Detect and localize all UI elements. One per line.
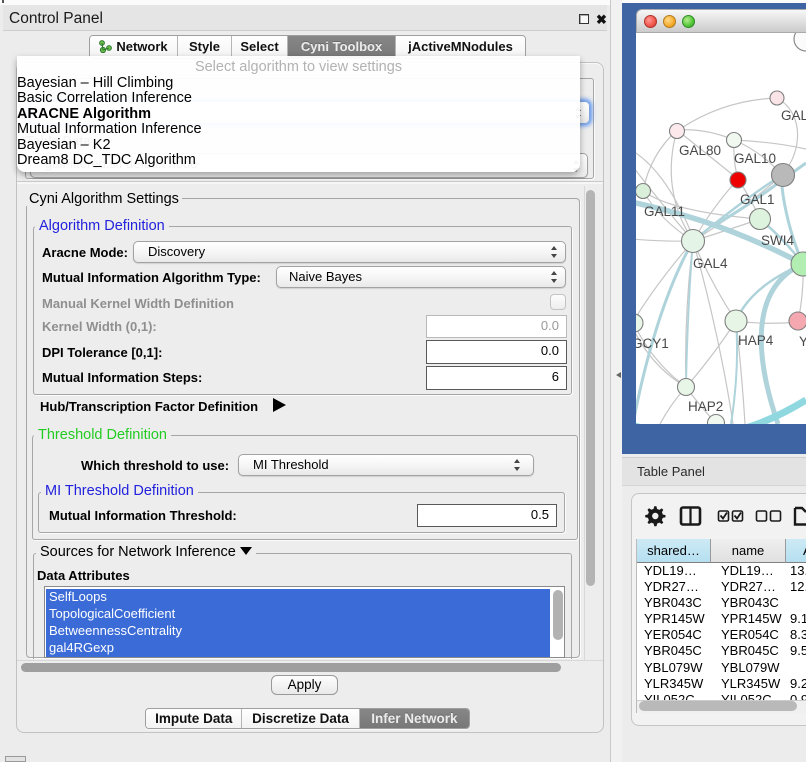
svg-text:YDR: YDR [799,334,806,349]
svg-text:GCY1: GCY1 [636,336,669,351]
svg-text:GAL80: GAL80 [679,143,721,158]
svg-text:SWI4: SWI4 [761,233,794,248]
svg-text:GAL4: GAL4 [693,256,728,271]
svg-text:GAL1: GAL1 [740,192,775,207]
svg-text:GAL11: GAL11 [644,204,685,219]
svg-text:HAP4: HAP4 [738,333,774,348]
svg-text:HAP2: HAP2 [688,399,723,414]
svg-text:GAL2: GAL2 [781,108,806,123]
svg-text:GAL10: GAL10 [734,151,776,166]
